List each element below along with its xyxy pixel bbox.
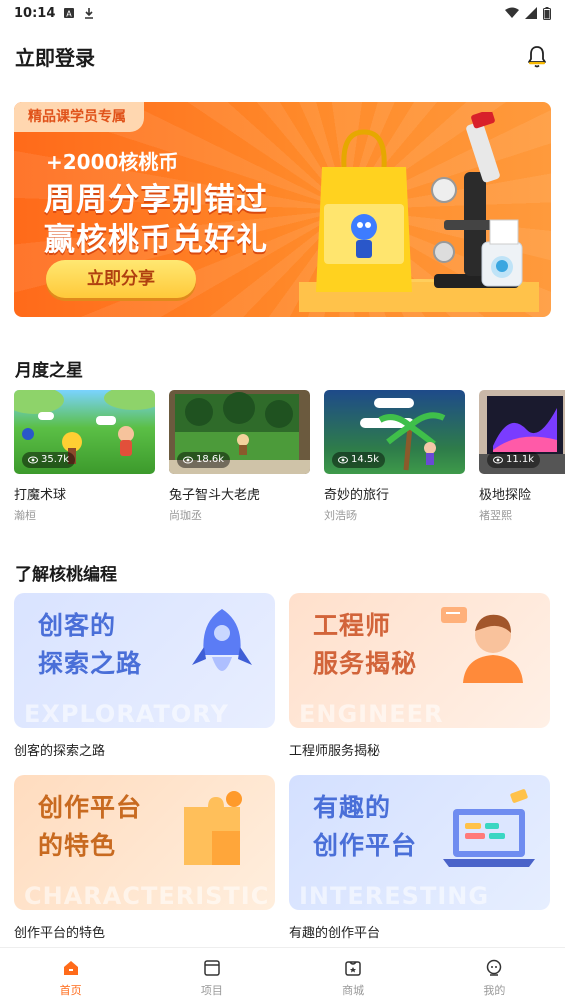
card-image[interactable]: 创客的 探索之路 EXPLORATORY	[14, 593, 275, 728]
learn-card-platform-features[interactable]: 创作平台 的特色 CHARACTERISTIC 创作平台的特色	[14, 775, 275, 941]
svg-text:A: A	[67, 10, 73, 19]
star-thumbnail[interactable]: 14.5k	[324, 390, 465, 474]
star-author: 尚珈丞	[169, 509, 202, 522]
header: 立即登录	[0, 38, 565, 74]
wifi-icon	[505, 7, 519, 18]
section-title-monthly-stars: 月度之星	[15, 361, 83, 381]
section-title-learn: 了解核桃编程	[15, 565, 117, 585]
learn-card-maker-path[interactable]: 创客的 探索之路 EXPLORATORY 创客的探索之路	[14, 593, 275, 759]
banner-coins-text: +2000核桃币	[46, 150, 179, 174]
project-icon	[204, 960, 220, 976]
bottom-nav: 首页 项目 商城 我的	[0, 947, 565, 1004]
laptop-icon	[443, 789, 535, 867]
star-thumbnail[interactable]: 18.6k	[169, 390, 310, 474]
card-headline: 创客的 探索之路	[38, 611, 143, 678]
star-title: 极地探险	[479, 488, 532, 503]
bell-icon[interactable]	[524, 43, 550, 69]
banner-headline-1: 周周分享别错过	[44, 182, 268, 218]
nav-profile[interactable]: 我的	[424, 948, 565, 1004]
star-item[interactable]: 18.6k 兔子智斗大老虎 尚珈丞	[169, 390, 310, 530]
battery-icon	[543, 6, 551, 20]
card-row: 创客的 探索之路 EXPLORATORY 创客的探索之路 工程师 服务揭秘 EN…	[14, 593, 551, 759]
eye-icon	[28, 456, 38, 464]
nav-project[interactable]: 项目	[141, 948, 282, 1004]
view-count: 11.1k	[487, 452, 541, 468]
share-now-button[interactable]: 立即分享	[46, 260, 196, 298]
card-caption: 工程师服务揭秘	[289, 744, 381, 759]
card-caption: 创作平台的特色	[14, 926, 106, 941]
notification-a-icon: A	[64, 8, 75, 19]
star-title: 打魔术球	[14, 488, 67, 503]
eye-icon	[493, 456, 503, 464]
profile-icon	[487, 959, 502, 976]
status-bar: 10:14 A	[0, 0, 565, 26]
monthly-stars-list[interactable]: 35.7k 打魔术球 瀚桓 18.6k 兔子智斗大老虎 尚珈丞 14.5k 奇妙…	[14, 390, 565, 530]
star-item[interactable]: 11.1k 极地探险 褚翌熙	[479, 390, 565, 530]
view-count: 35.7k	[22, 452, 76, 468]
rocket-icon	[192, 609, 252, 671]
card-watermark: EXPLORATORY	[24, 700, 229, 728]
star-title: 兔子智斗大老虎	[169, 488, 261, 503]
banner-tag: 精品课学员专属	[14, 102, 144, 132]
card-caption: 有趣的创作平台	[289, 926, 381, 941]
puzzle-icon	[184, 791, 242, 865]
card-image[interactable]: 有趣的 创作平台 INTERESTING	[289, 775, 550, 910]
star-thumbnail[interactable]: 35.7k	[14, 390, 155, 474]
star-author: 瀚桓	[14, 509, 36, 522]
card-watermark: INTERESTING	[299, 882, 490, 910]
learn-card-engineer[interactable]: 工程师 服务揭秘 ENGINEER 工程师服务揭秘	[289, 593, 550, 759]
star-thumbnail[interactable]: 11.1k	[479, 390, 565, 474]
star-title: 奇妙的旅行	[324, 488, 390, 503]
signal-icon	[525, 7, 537, 19]
status-right	[505, 6, 551, 20]
eye-icon	[183, 456, 193, 464]
card-watermark: CHARACTERISTIC	[24, 882, 270, 910]
promo-banner[interactable]: 精品课学员专属 +2000核桃币 周周分享别错过 赢核桃币兑好礼 立即分享	[14, 102, 551, 317]
prize-illustration	[299, 112, 539, 312]
card-image[interactable]: 工程师 服务揭秘 ENGINEER	[289, 593, 550, 728]
card-caption: 创客的探索之路	[14, 744, 106, 759]
card-headline: 创作平台 的特色	[38, 793, 143, 860]
learn-cards: 创客的 探索之路 EXPLORATORY 创客的探索之路 工程师 服务揭秘 EN…	[14, 593, 551, 941]
star-author: 刘浩旸	[324, 509, 357, 522]
tote-bag-icon	[316, 129, 412, 292]
nav-store[interactable]: 商城	[283, 948, 424, 1004]
card-headline: 工程师 服务揭秘	[313, 611, 418, 678]
view-count: 18.6k	[177, 452, 231, 468]
store-icon	[345, 961, 361, 976]
learn-card-fun-platform[interactable]: 有趣的 创作平台 INTERESTING 有趣的创作平台	[289, 775, 550, 941]
card-headline: 有趣的 创作平台	[313, 793, 418, 860]
card-row: 创作平台的特色 CHARACTERISTIC 创作平台的特色 有趣的创作平台	[14, 775, 551, 941]
nav-home[interactable]: 首页	[0, 948, 141, 1004]
banner-headline-2: 赢核桃币兑好礼	[44, 222, 268, 258]
card-watermark: ENGINEER	[299, 700, 444, 728]
login-link[interactable]: 立即登录	[15, 42, 95, 71]
star-item[interactable]: 35.7k 打魔术球 瀚桓	[14, 390, 155, 530]
status-time: 10:14	[14, 5, 56, 21]
star-author: 褚翌熙	[479, 509, 512, 522]
card-image[interactable]: 创作平台 的特色 CHARACTERISTIC	[14, 775, 275, 910]
home-icon	[63, 961, 78, 975]
download-icon	[85, 8, 94, 19]
engineer-icon	[441, 607, 523, 683]
view-count: 14.5k	[332, 452, 386, 468]
eye-icon	[338, 456, 348, 464]
star-item[interactable]: 14.5k 奇妙的旅行 刘浩旸	[324, 390, 465, 530]
